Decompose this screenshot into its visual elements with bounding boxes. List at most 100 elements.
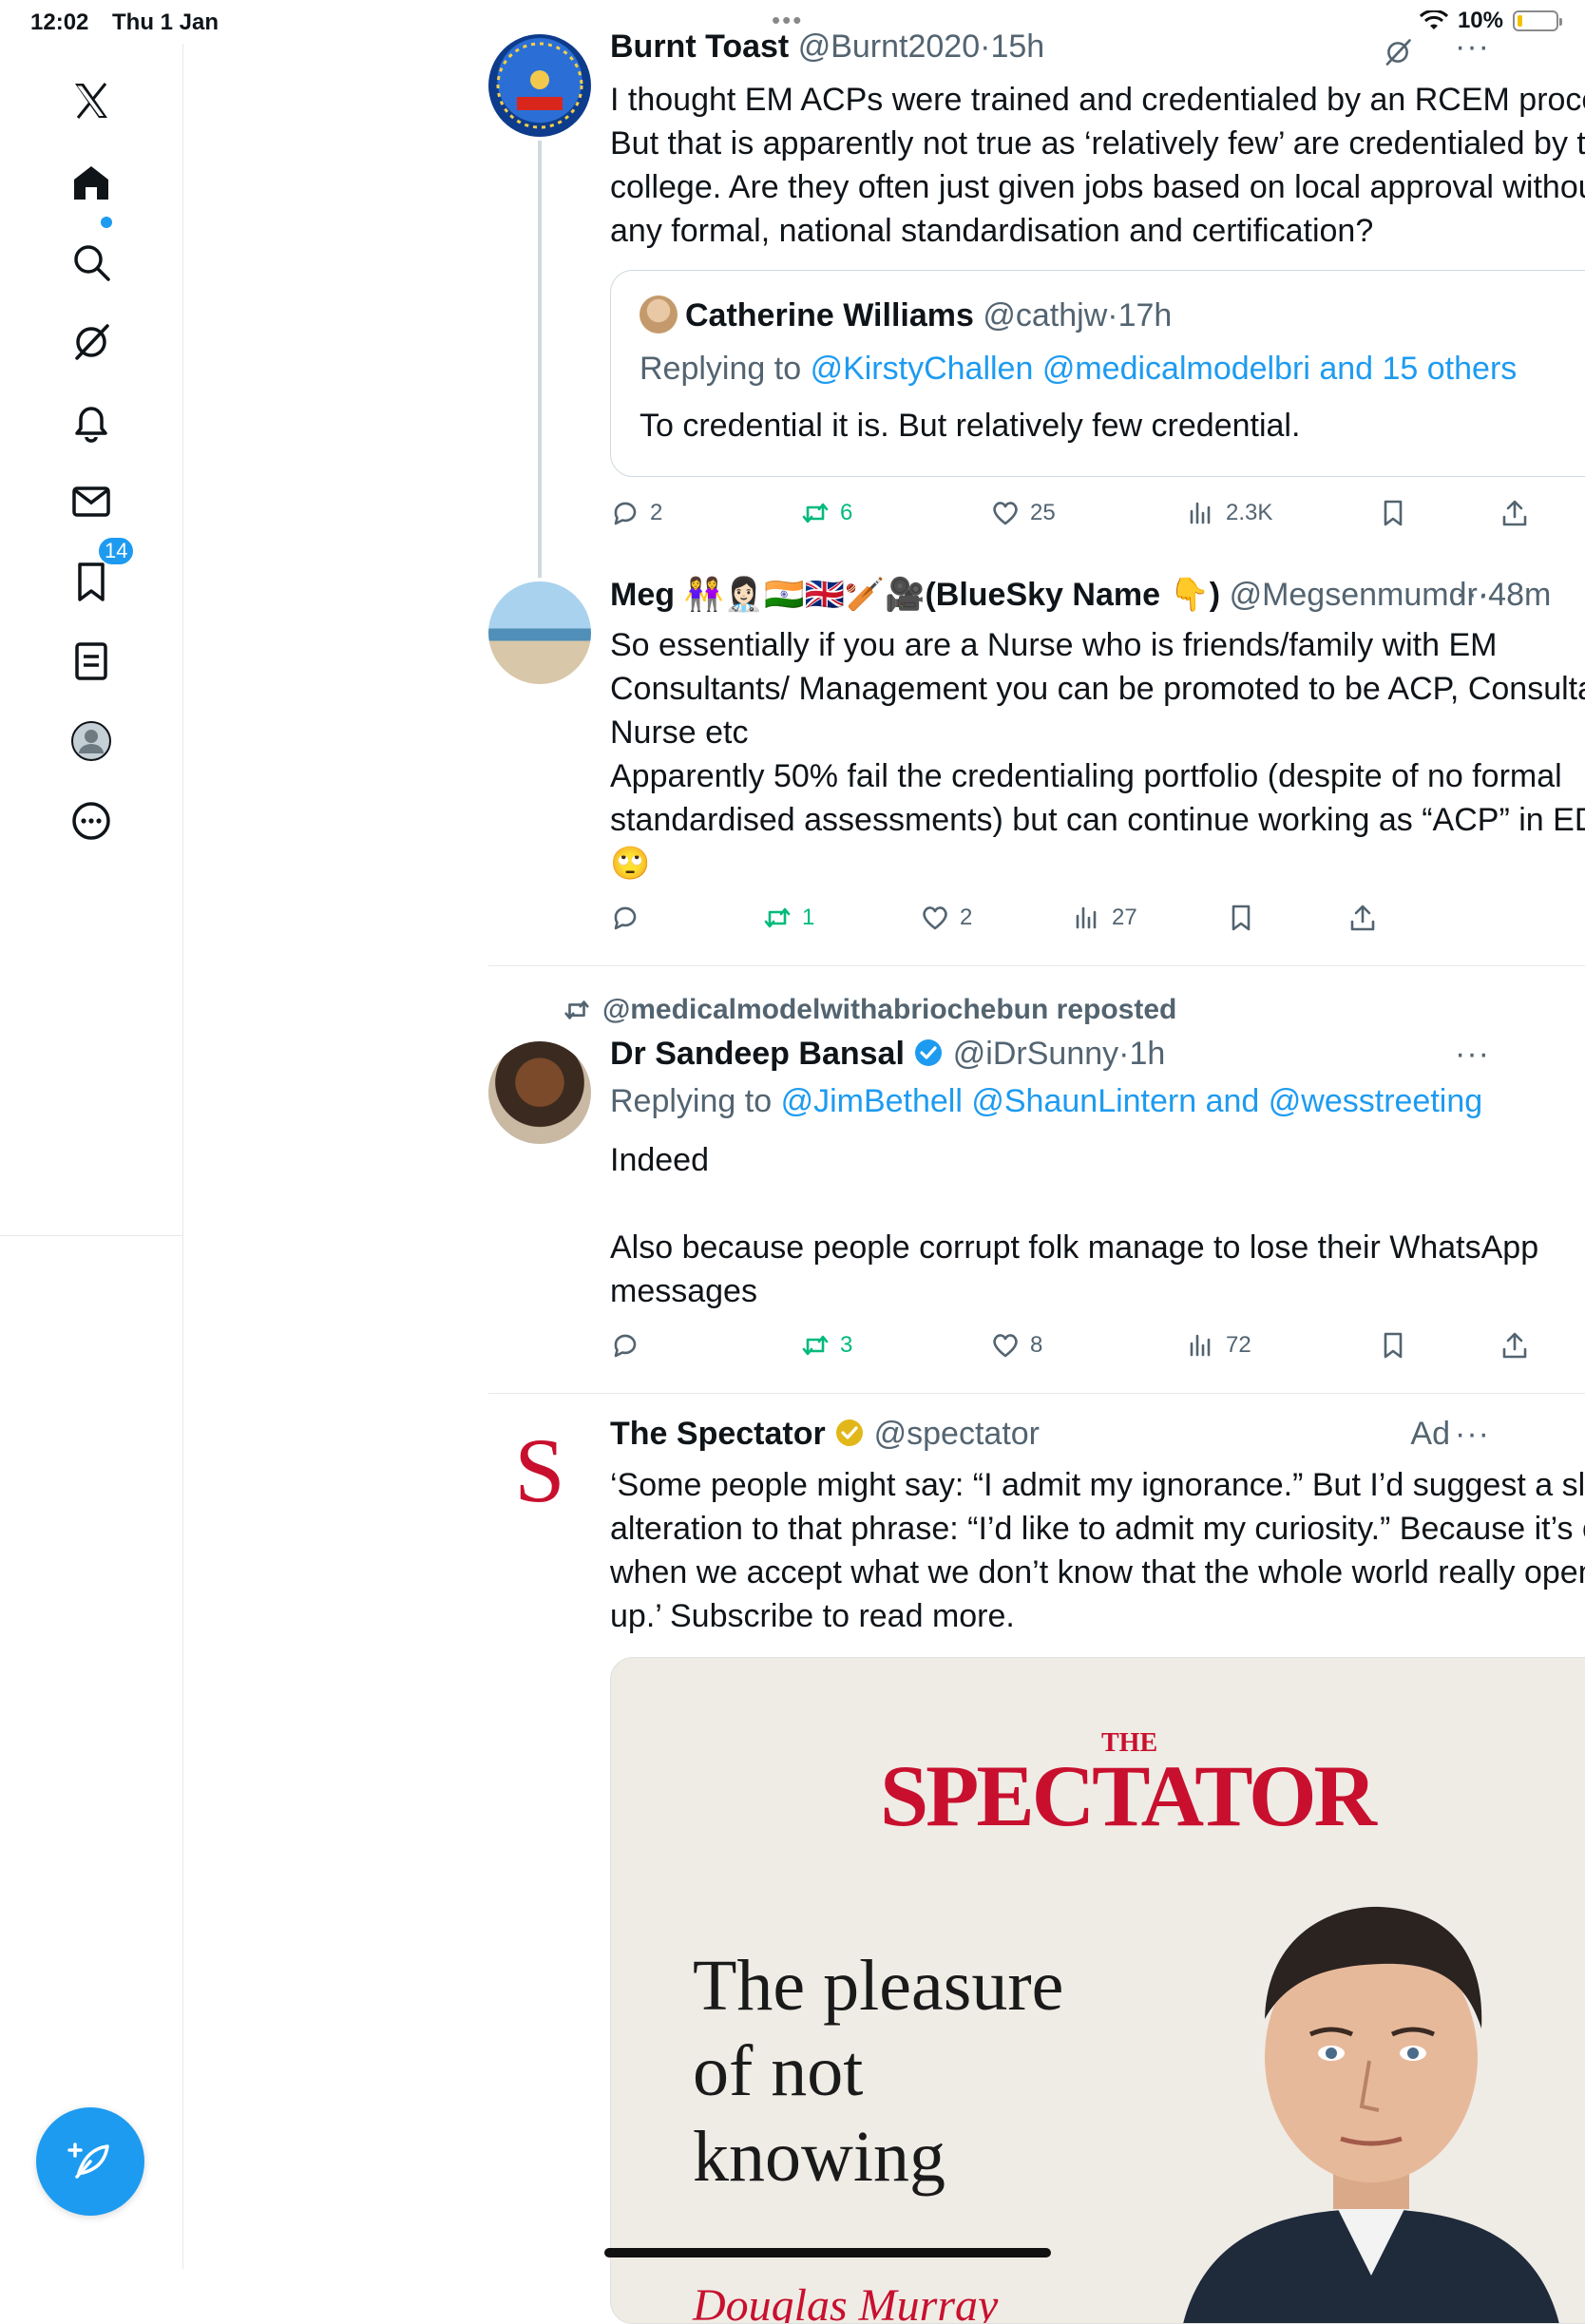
reply-button[interactable]: 2	[610, 498, 662, 528]
ad-image-card[interactable]: THE SPECTATOR The pleasure of not knowin…	[610, 1657, 1585, 2324]
author-name[interactable]: The Spectator	[610, 1416, 826, 1452]
sidebar-divider	[0, 1235, 182, 1236]
verified-badge-icon	[915, 1039, 943, 1066]
separator: ·	[980, 29, 991, 65]
like-button[interactable]: 8	[990, 1330, 1042, 1361]
reply-icon	[614, 1334, 637, 1358]
bookmark-icon	[1232, 905, 1251, 931]
repost-context[interactable]: @medicalmodelwithabriochebun reposted	[561, 994, 1176, 1026]
replying-to-link[interactable]: @KirstyChallen @medicalmodelbri and 15 o…	[811, 351, 1518, 387]
bookmark-button[interactable]	[1378, 1330, 1408, 1361]
post-time[interactable]: 1h	[1129, 1036, 1165, 1072]
notifications-bell-icon[interactable]	[53, 384, 129, 460]
share-button[interactable]	[1347, 903, 1378, 933]
views-button[interactable]: 2.3K	[1186, 498, 1272, 528]
compose-post-button[interactable]	[36, 2107, 144, 2216]
more-options-icon[interactable]: ···	[1455, 576, 1490, 613]
bookmarks-icon[interactable]	[53, 543, 129, 619]
author-name[interactable]: Meg 👭👩🏻‍⚕️🇮🇳🇬🇧🏏🎥(BlueSky Name 👇)	[610, 577, 1220, 613]
repost-icon	[564, 1000, 589, 1019]
action-bar: 3 8 72	[610, 1330, 1585, 1368]
bookmark-button[interactable]	[1226, 903, 1256, 933]
post-text: I thought EM ACPs were trained and crede…	[610, 82, 1585, 249]
author-name[interactable]: Dr Sandeep Bansal	[610, 1036, 905, 1072]
like-count: 25	[1030, 500, 1056, 525]
repost-button[interactable]: 1	[762, 903, 814, 933]
reply-count: 2	[650, 500, 663, 525]
lists-icon[interactable]	[53, 623, 129, 699]
replying-label: Replying to	[610, 1083, 773, 1119]
author-handle[interactable]: @Megsenmumdr	[1230, 577, 1478, 613]
cover-title: The pleasure of not knowing	[693, 1946, 1064, 2197]
views-button[interactable]: 72	[1186, 1330, 1251, 1361]
replying-to: Replying to @KirstyChallen @medicalmodel…	[640, 351, 1517, 388]
share-button[interactable]	[1499, 498, 1530, 528]
post-header: Meg 👭👩🏻‍⚕️🇮🇳🇬🇧🏏🎥(BlueSky Name 👇) @Megsen…	[610, 576, 1551, 614]
repost-button[interactable]: 6	[800, 498, 852, 528]
post-text: Indeed Also because people corrupt folk …	[610, 1142, 1539, 1309]
x-logo-icon[interactable]	[53, 63, 129, 139]
avatar[interactable]	[488, 34, 591, 137]
author-handle: @cathjw	[983, 297, 1108, 333]
heart-icon	[923, 906, 947, 930]
home-indicator[interactable]	[604, 2248, 1051, 2257]
avatar[interactable]	[488, 1041, 591, 1144]
replying-to-link[interactable]: @JimBethell @ShaunLintern and @wesstreet…	[781, 1083, 1483, 1119]
compose-feather-plus-icon	[67, 2143, 109, 2179]
bookmark-button[interactable]	[1378, 498, 1408, 528]
avatar[interactable]	[488, 581, 591, 684]
quote-text: To credential it is. But relatively few …	[640, 408, 1301, 444]
more-options-icon[interactable]: ···	[1455, 29, 1490, 66]
avatar[interactable]: S	[488, 1419, 591, 1522]
like-button[interactable]: 25	[990, 498, 1056, 528]
bookmark-icon	[1384, 1332, 1403, 1359]
post-header: Dr Sandeep Bansal @iDrSunny·1h	[610, 1036, 1165, 1073]
repost-count: 1	[802, 905, 815, 930]
reply-button[interactable]	[610, 1330, 650, 1361]
author-handle[interactable]: @Burnt2020	[798, 29, 980, 65]
messages-icon[interactable]	[53, 464, 129, 540]
author-handle[interactable]: @iDrSunny	[953, 1036, 1118, 1072]
post-divider	[488, 965, 1585, 966]
more-options-icon[interactable]: ···	[1455, 1416, 1490, 1453]
views-chart-icon	[1076, 906, 1097, 929]
more-options-icon[interactable]: ···	[1455, 1036, 1490, 1073]
repost-button[interactable]: 3	[800, 1330, 852, 1361]
repost-icon	[802, 503, 829, 524]
grok-icon[interactable]	[1382, 36, 1414, 68]
share-button[interactable]	[1499, 1330, 1530, 1361]
repost-icon	[802, 1335, 829, 1356]
reposted-by: @medicalmodelwithabriochebun reposted	[602, 994, 1177, 1025]
ad-label: Ad	[1410, 1416, 1450, 1452]
post-time[interactable]: 15h	[990, 29, 1044, 65]
post-time[interactable]: 48m	[1488, 577, 1551, 613]
post-header: The Spectator @spectator	[610, 1416, 1040, 1453]
share-icon	[1502, 500, 1527, 526]
views-chart-icon	[1190, 502, 1211, 524]
reply-button[interactable]	[610, 903, 650, 933]
author-handle[interactable]: @spectator	[874, 1416, 1040, 1452]
share-icon	[1350, 905, 1375, 931]
search-icon[interactable]	[53, 224, 129, 300]
separator: ·	[1118, 1036, 1130, 1072]
more-options-icon[interactable]	[53, 783, 129, 859]
profile-avatar-icon[interactable]	[53, 703, 129, 779]
heart-icon	[993, 1334, 1018, 1358]
action-bar: 1 2 27	[610, 903, 1585, 941]
repost-count: 6	[840, 500, 853, 525]
home-icon[interactable]	[53, 144, 129, 220]
repost-icon	[764, 907, 791, 928]
view-count: 27	[1112, 905, 1137, 930]
author-name: Catherine Williams	[685, 297, 974, 333]
views-button[interactable]: 27	[1072, 903, 1137, 933]
post-text: So essentially if you are a Nurse who is…	[610, 627, 1585, 882]
separator: ·	[1107, 297, 1118, 333]
grok-icon[interactable]	[53, 304, 129, 380]
gold-verified-badge-icon	[836, 1419, 864, 1446]
replying-to: Replying to @JimBethell @ShaunLintern an…	[610, 1083, 1482, 1120]
bookmark-icon	[1384, 500, 1403, 526]
quoted-post[interactable]: Catherine Williams @cathjw·17h Replying …	[610, 270, 1585, 477]
like-button[interactable]: 2	[920, 903, 972, 933]
author-name[interactable]: Burnt Toast	[610, 29, 789, 65]
views-chart-icon	[1190, 1334, 1211, 1357]
